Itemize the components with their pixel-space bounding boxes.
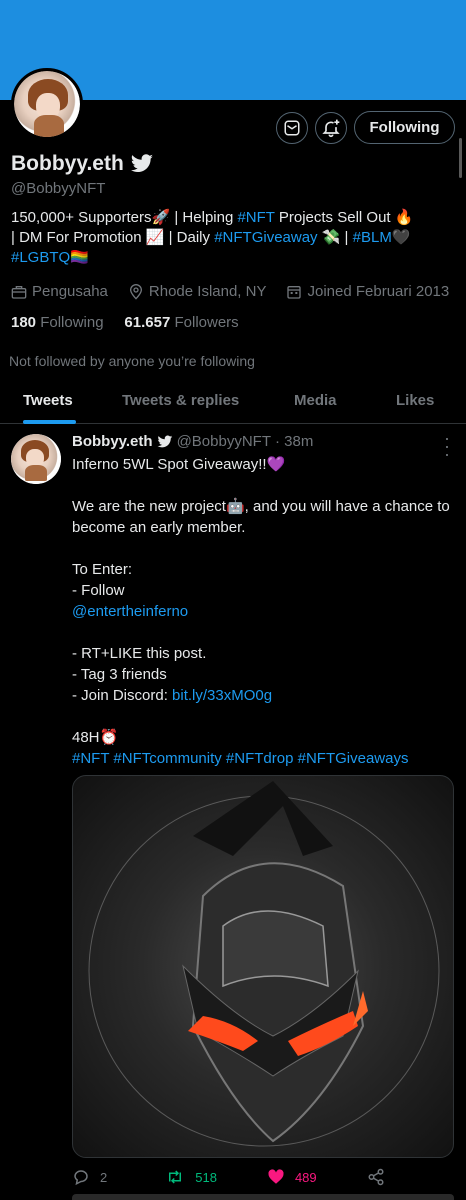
profile-bio: 150,000+ Supporters🚀 | Helping #NFT Proj… <box>11 208 456 268</box>
tab-tweets[interactable]: Tweets <box>23 392 73 409</box>
hashtag-link[interactable]: #NFTGiveaway <box>214 229 317 246</box>
bio-text: 150,000+ Supporters🚀 | Helping <box>11 209 238 226</box>
tweet-line: - RT+LIKE this post. <box>72 645 207 662</box>
mention-link[interactable]: @entertheinferno <box>72 601 452 622</box>
profile-avatar[interactable] <box>11 68 83 140</box>
following-count: 180 <box>11 314 37 331</box>
tweet-image[interactable] <box>72 775 454 1158</box>
like-button[interactable]: 489 <box>267 1168 317 1186</box>
tab-tweets-replies[interactable]: Tweets & replies <box>122 392 239 409</box>
scrollbar[interactable] <box>459 138 462 178</box>
tweet-line: - Follow <box>72 582 125 599</box>
reply-count: 2 <box>100 1169 108 1185</box>
message-button[interactable] <box>276 112 308 144</box>
tweet-author-handle[interactable]: @BobbyyNFT <box>177 433 271 450</box>
following-button[interactable]: Following <box>354 111 455 144</box>
helmet-artwork <box>88 781 440 1147</box>
following-link[interactable]: 180 Following <box>11 314 104 331</box>
bio-text: 🏳️‍🌈 <box>70 249 89 266</box>
tweet-text: Inferno 5WL Spot Giveaway!!💜 We are the … <box>72 454 452 769</box>
tweet-actions: 2 518 489 <box>72 1168 454 1186</box>
display-name: Bobbyy.eth <box>11 152 124 175</box>
mail-icon <box>284 120 300 136</box>
profile-tabs: Tweets Tweets & replies Media Likes <box>0 380 466 424</box>
hashtag-link[interactable]: #BLM <box>353 229 392 246</box>
active-tab-indicator <box>23 420 76 424</box>
tweet-line: Inferno 5WL Spot Giveaway!!💜 <box>72 456 286 473</box>
location: Rhode Island, NY <box>148 283 267 300</box>
bio-text: Projects Sell Out 🔥 <box>274 209 414 226</box>
tweet-author-avatar[interactable] <box>11 434 61 484</box>
tweet-line: To Enter: <box>72 561 133 578</box>
hashtags-link[interactable]: #NFT #NFTcommunity #NFTdrop #NFTGiveaway… <box>72 748 452 769</box>
share-button[interactable] <box>367 1168 385 1186</box>
tab-likes[interactable]: Likes <box>396 392 434 409</box>
location-pin-icon <box>129 283 142 300</box>
hashtag-link[interactable]: #LGBTQ <box>11 249 70 266</box>
like-count: 489 <box>294 1169 317 1185</box>
tweet-line: 48H⏰ <box>72 729 119 746</box>
briefcase-icon <box>11 285 27 299</box>
tweet-line: - Join Discord: <box>72 687 173 704</box>
retweet-icon <box>169 1170 182 1184</box>
retweet-button[interactable]: 518 <box>165 1168 217 1186</box>
tweet-header: Bobbyy.eth @BobbyyNFT · 38m <box>72 433 313 450</box>
twitter-bird-icon <box>130 154 153 172</box>
reply-button[interactable]: 2 <box>72 1168 107 1186</box>
follow-stats: 180 Following 61.657 Followers <box>11 314 239 331</box>
tweet-timestamp[interactable]: · 38m <box>275 433 313 450</box>
calendar-icon <box>287 285 302 299</box>
reply-icon <box>74 1170 88 1186</box>
not-followed-text: Not followed by anyone you’re following <box>9 353 255 369</box>
hashtag-link[interactable]: #NFT <box>237 209 274 226</box>
bio-text: 💸 | <box>317 229 353 246</box>
bell-plus-icon <box>322 119 340 138</box>
discord-link[interactable]: bit.ly/33xMO0g <box>172 687 272 704</box>
following-label: Following <box>40 314 104 331</box>
tab-media[interactable]: Media <box>294 392 337 409</box>
followers-count: 61.657 <box>124 314 171 331</box>
profile-meta: Pengusaha Rhode Island, NY Joined Februa… <box>11 283 449 300</box>
occupation: Pengusaha <box>32 283 108 300</box>
bio-text: | DM For Promotion 📈 | Daily <box>11 229 215 246</box>
profile-name: Bobbyy.eth <box>11 152 154 176</box>
followers-link[interactable]: 61.657 Followers <box>124 314 238 331</box>
tweet-line: We are the new project🤖, and you will ha… <box>72 498 454 536</box>
joined-date: Joined Februari 2013 <box>307 283 450 300</box>
tweet-line: - Tag 3 friends <box>72 666 167 683</box>
followers-label: Followers <box>174 314 239 331</box>
share-icon <box>368 1168 384 1186</box>
twitter-bird-icon <box>157 435 172 447</box>
next-tweet-preview <box>72 1194 454 1200</box>
profile-handle: @BobbyyNFT <box>11 180 106 197</box>
bio-text: 🖤 <box>391 229 411 246</box>
tweet-author-name[interactable]: Bobbyy.eth <box>72 433 153 450</box>
retweet-count: 518 <box>195 1169 217 1185</box>
notifications-button[interactable] <box>315 112 347 144</box>
heart-icon <box>268 1169 284 1184</box>
